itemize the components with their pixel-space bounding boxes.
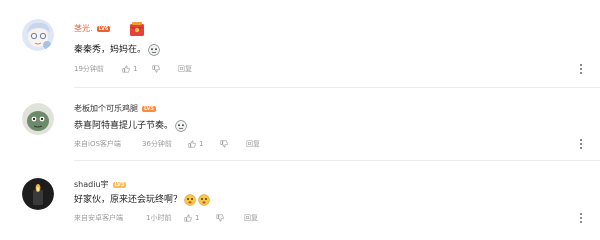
comment-text-body: 好家伙，原来还会玩终啊？ bbox=[74, 195, 183, 205]
thumb-up-icon bbox=[184, 214, 192, 222]
reply-button[interactable]: 回复 bbox=[244, 212, 258, 224]
comment-list: 茎光. LV6 秦秦秀，妈妈在。 19分钟前 1 回复 老板加个可乐鸡腿 LV5… bbox=[0, 0, 600, 240]
comment-text: 好家伙，原来还会玩终啊？ bbox=[74, 193, 210, 207]
like-button[interactable]: 1 bbox=[184, 212, 199, 224]
emoji-icon bbox=[198, 194, 210, 206]
more-vertical-icon[interactable] bbox=[578, 212, 584, 224]
emoji-icon bbox=[184, 194, 196, 206]
username-row: shadiu宇 LV3 bbox=[74, 178, 127, 192]
client-label: 来自安卓客户端 bbox=[74, 214, 123, 222]
username[interactable]: shadiu宇 bbox=[74, 179, 109, 191]
thumb-down-icon[interactable] bbox=[216, 214, 224, 222]
level-badge: LV3 bbox=[112, 182, 127, 188]
avatar[interactable] bbox=[22, 178, 54, 210]
comment-time: 1小时前 bbox=[146, 214, 172, 222]
comment-item: shadiu宇 LV3 好家伙，原来还会玩终啊？ 来自安卓客户端 1小时前 1 bbox=[0, 0, 600, 240]
like-count: 1 bbox=[195, 214, 200, 222]
